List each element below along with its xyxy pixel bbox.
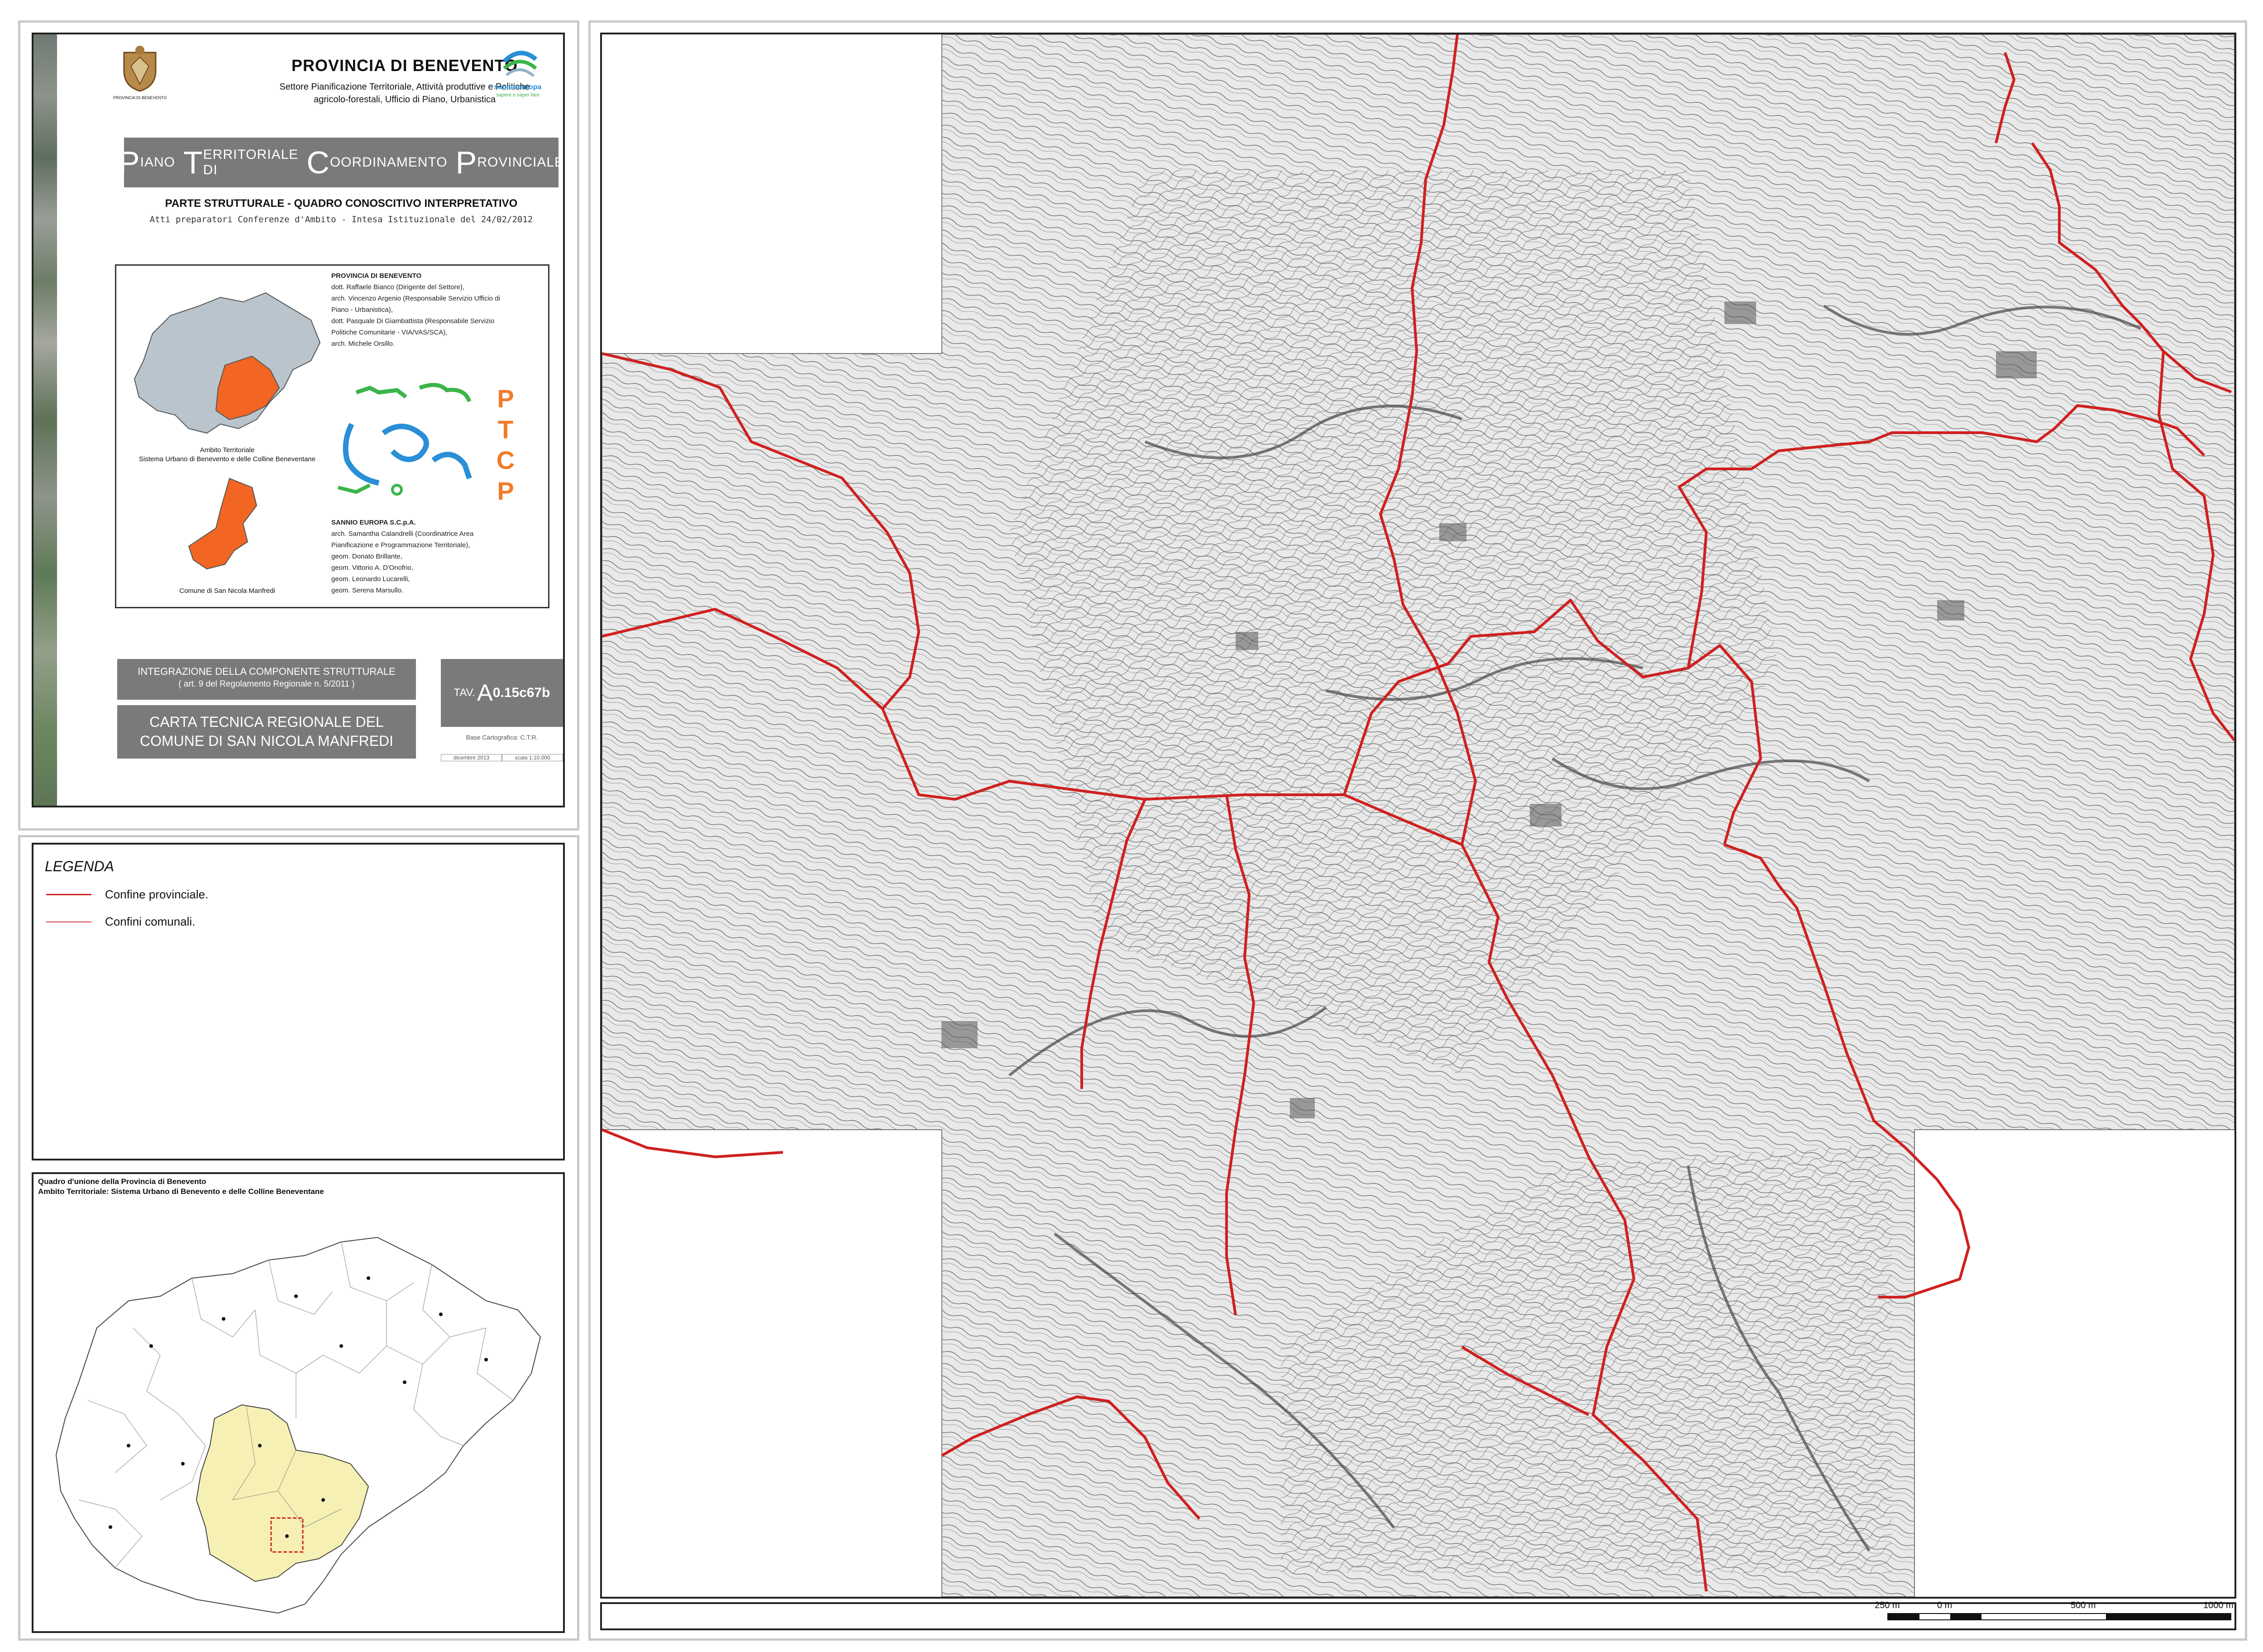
plan-title-band: P IANO T ERRITORIALE DI C OORDINAMENTO P ROV… (119, 138, 563, 187)
legend-label: Confine provinciale. (105, 888, 209, 901)
provincia-crest-caption: PROVINCIA DI BENEVENTO (113, 95, 167, 100)
quadro-line-2: Ambito Territoriale: Sistema Urbano di B… (38, 1187, 324, 1196)
comune-caption: Comune di San Nicola Manfredi (179, 587, 275, 595)
credits-line: arch. Michele Orsillo. (331, 340, 395, 348)
sector-text: Settore Pianificazione Territoriale, Att… (187, 81, 622, 106)
tav-prefix: TAV. (454, 687, 476, 699)
comune-silhouette-icon (188, 477, 258, 570)
tav-band: TAV. A 0.15c67b (441, 659, 563, 727)
credits-line: geom. Vittorio A. D'Onofrio, (331, 564, 414, 572)
integration-line-2: ( art. 9 del Regolamento Regionale n. 5/… (178, 679, 355, 689)
plan-initial-2: T (183, 145, 203, 180)
credits-line: arch. Vincenzo Argenio (Responsabile Ser… (331, 295, 500, 302)
quadro-unione-box: Quadro d'unione della Provincia di Benev… (32, 1172, 565, 1633)
ptcp-letter: C (496, 446, 515, 474)
credits-line: dott. Pasquale Di Giambattista (Responsa… (331, 317, 495, 325)
legend-item-provincial: Confine provinciale. (46, 888, 208, 902)
scale-bar (1887, 1613, 2231, 1620)
title-panel: PROVINCIA DI BENEVENTO PROVINCIA DI BENE… (32, 33, 565, 807)
sector-line-2: agricolo-forestali, Ufficio di Piano, Ur… (313, 95, 496, 105)
ptcp-letter: P (497, 477, 514, 505)
credits-sannio-heading: SANNIO EUROPA S.C.p.A. (331, 519, 416, 526)
legend-box: LEGENDA Confine provinciale. Confini com… (32, 843, 565, 1160)
quadro-title: Quadro d'unione della Provincia di Benev… (38, 1177, 324, 1197)
plan-word-2: ERRITORIALE DI (203, 147, 299, 177)
scale-segment (1888, 1614, 1919, 1619)
legend-item-municipal: Confini comunali. (46, 915, 195, 929)
quadro-unione-map (55, 1237, 541, 1614)
ambito-line-1: Ambito Territoriale (200, 446, 255, 454)
ptcp-letter: T (497, 415, 514, 444)
scale-label: 0 m (1937, 1600, 1953, 1610)
scale-label: 250 m (1875, 1600, 1900, 1610)
aerial-photo-strip (33, 34, 57, 806)
scale-segment (2106, 1614, 2231, 1619)
province-silhouette-icon (134, 292, 321, 434)
base-cartografica: Base Cartografica: C.T.R. (466, 734, 538, 741)
municipal-boundary-swatch (46, 921, 91, 922)
map-title-band: CARTA TECNICA REGIONALE DEL COMUNE DI SA… (117, 705, 416, 759)
provincia-crest-icon (123, 46, 157, 92)
map-title-line-1: CARTA TECNICA REGIONALE DEL (149, 714, 384, 730)
credits-provincia: PROVINCIA DI BENEVENTO dott. Raffaele Bi… (331, 270, 544, 349)
scale-segment (1919, 1614, 1951, 1619)
quadro-line-1: Quadro d'unione della Provincia di Benev… (38, 1177, 206, 1186)
credits-line: geom. Donato Brillante, (331, 553, 402, 560)
integration-line-1: INTEGRAZIONE DELLA COMPONENTE STRUTTURAL… (138, 666, 396, 677)
ptcp-letter: P (497, 384, 514, 413)
credits-line: Pianificazione e Programmazione Territor… (331, 541, 470, 549)
credits-line: Politiche Comunitarie - VIA/VAS/SCA), (331, 329, 448, 336)
tav-scale: scala 1:10.000 (502, 754, 563, 761)
tav-date: dicembre 2013 (441, 754, 502, 761)
ptcp-letters: P T C P (492, 383, 519, 506)
credits-box: Ambito Territoriale Sistema Urbano di Be… (115, 264, 549, 608)
plan-initial-3: C (306, 145, 330, 180)
integration-band: INTEGRAZIONE DELLA COMPONENTE STRUTTURAL… (117, 659, 416, 700)
sector-line-1: Settore Pianificazione Territoriale, Att… (279, 82, 530, 92)
ctr-topographic-map (602, 34, 2234, 1597)
plan-word-1: IANO (140, 155, 176, 170)
credits-sannio: SANNIO EUROPA S.C.p.A. arch. Samantha Ca… (331, 517, 544, 596)
plan-initial-1: P (118, 145, 140, 180)
map-title-line-2: COMUNE DI SAN NICOLA MANFREDI (139, 733, 394, 749)
ambito-caption: Ambito Territoriale Sistema Urbano di Be… (121, 446, 334, 464)
tav-letter: A (477, 680, 493, 706)
scale-label: 500 m (2071, 1600, 2096, 1610)
plan-word-3: OORDINAMENTO (329, 155, 448, 170)
scale-label: 1000 m (2203, 1600, 2234, 1610)
credits-line: Piano - Urbanistica), (331, 306, 393, 314)
scale-segment (1981, 1614, 2106, 1619)
plan-word-4: ROVINCIALE (477, 155, 564, 170)
plan-initial-4: P (455, 145, 477, 180)
plan-acts: Atti preparatori Conferenze d'Ambito - I… (149, 215, 533, 224)
ambito-line-2: Sistema Urbano di Benevento e delle Coll… (138, 455, 316, 463)
legend-label: Confini comunali. (105, 915, 196, 928)
sannioeuropa-name: sannioeuropa (494, 83, 542, 91)
credits-line: geom. Leonardo Lucarelli, (331, 575, 410, 583)
credits-line: dott. Raffaele Bianco (Dirigente del Set… (331, 283, 465, 291)
provincial-boundary-swatch (46, 894, 91, 895)
plan-section: PARTE STRUTTURALE - QUADRO CONOSCITIVO I… (165, 197, 518, 210)
credits-line: arch. Samantha Calandrelli (Coordinatric… (331, 530, 474, 538)
org-name: PROVINCIA DI BENEVENTO (291, 56, 518, 75)
map-box (600, 33, 2236, 1599)
legend-title: LEGENDA (45, 858, 114, 874)
tav-code: 0.15c67b (492, 685, 550, 700)
ptcp-logo-icon (338, 383, 472, 496)
credits-provincia-heading: PROVINCIA DI BENEVENTO (331, 272, 422, 280)
sannioeuropa-tagline: sapere e saper fare (496, 92, 539, 98)
scale-segment (1950, 1614, 1982, 1619)
credits-line: geom. Serena Marsullo. (331, 587, 404, 594)
